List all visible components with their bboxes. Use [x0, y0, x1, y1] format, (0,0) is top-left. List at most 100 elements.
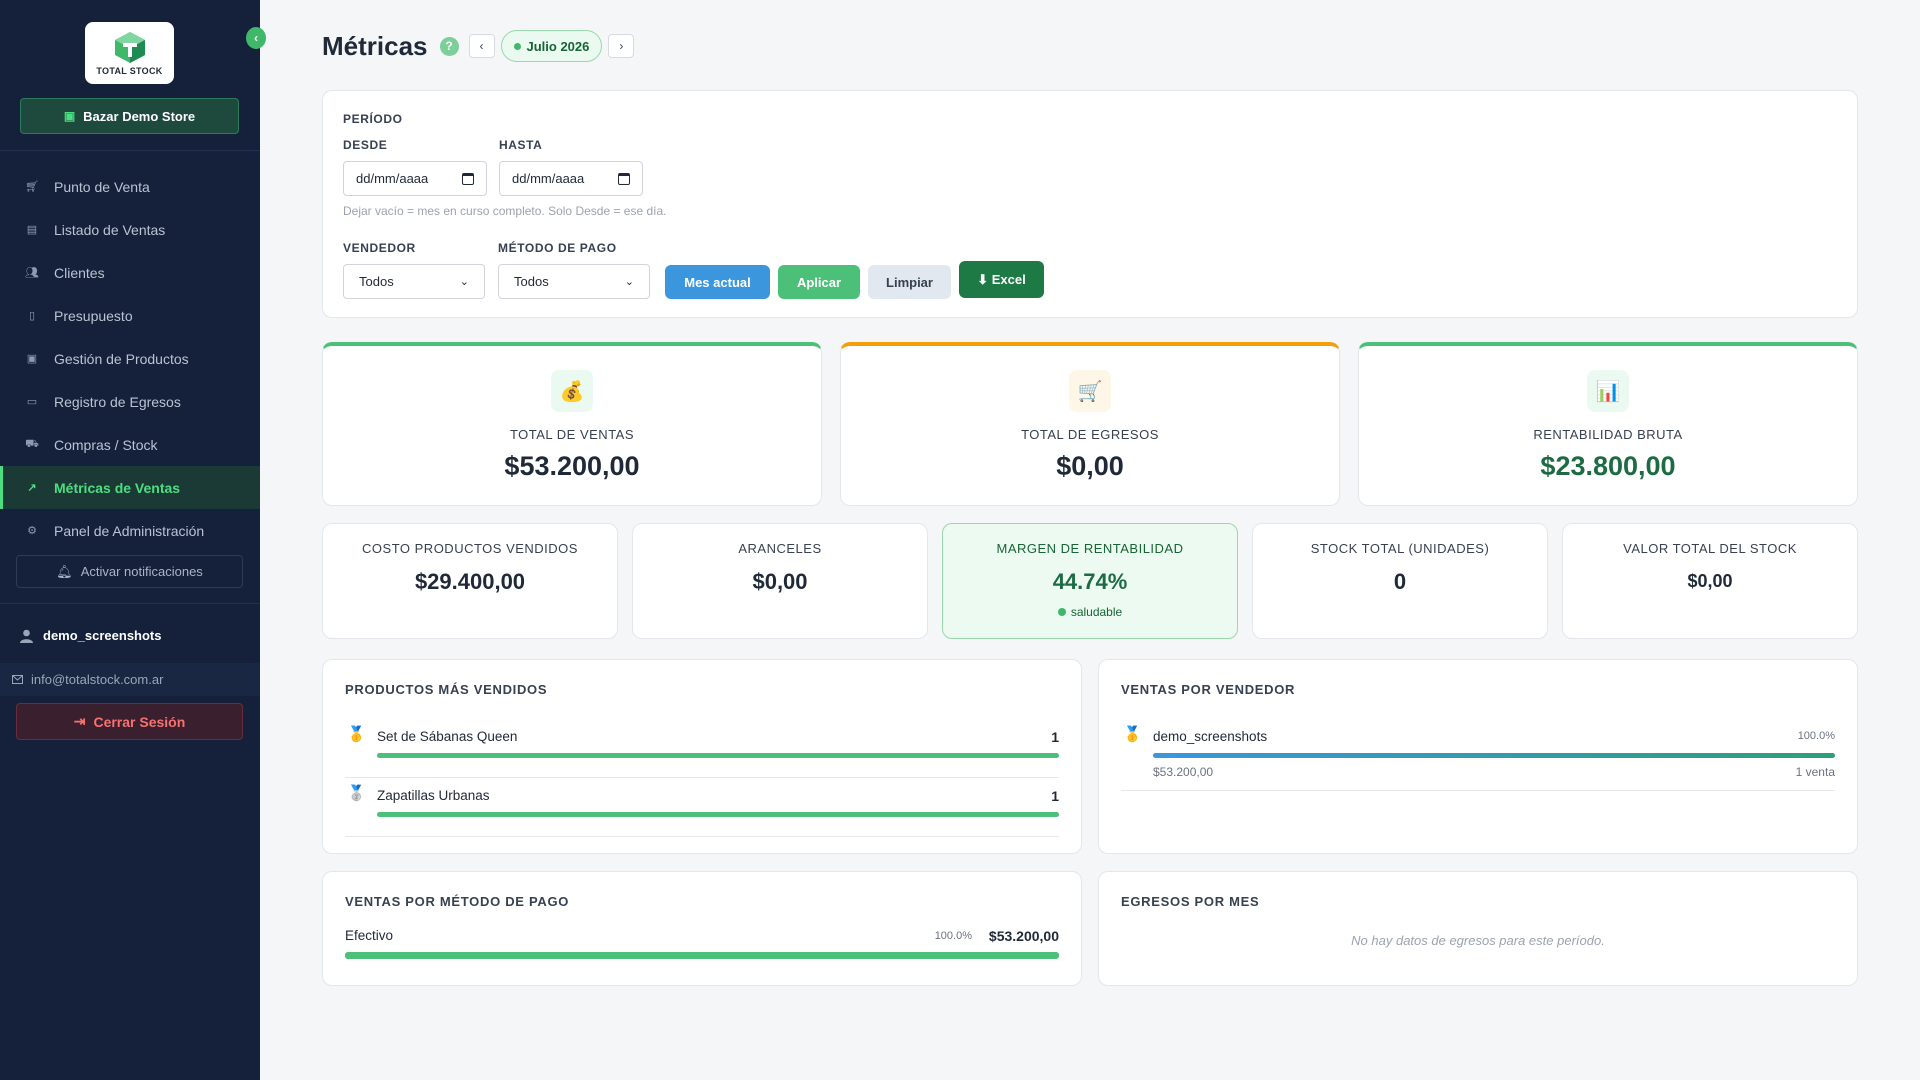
chart-icon: ↗: [27, 482, 37, 494]
apply-button[interactable]: Aplicar: [778, 265, 860, 299]
logo: TOTAL STOCK: [85, 22, 174, 84]
sidebar-item-punto-de-venta[interactable]: 🛒︎ Punto de Venta: [0, 165, 260, 208]
sales-by-payment-title: VENTAS POR MÉTODO DE PAGO: [345, 894, 570, 909]
sidebar-nav: 🛒︎ Punto de Venta ▤ Listado de Ventas 👥︎ Clie…: [0, 165, 260, 552]
truck-icon: ⛟: [25, 437, 39, 450]
kpi-label: RENTABILIDAD BRUTA: [1533, 427, 1683, 442]
sidebar-item-label: Clientes: [54, 264, 105, 281]
seller-percent: 100.0%: [1797, 730, 1835, 742]
cube-logo-icon: [114, 32, 145, 63]
empty-state-message: No hay datos de egresos para este períod…: [1351, 933, 1605, 948]
list-item: 🥇 Set de Sábanas Queen 1: [345, 720, 1059, 778]
main-content: Métricas ? ‹ Julio 2026 › PERÍODO DESDE …: [260, 0, 1920, 1080]
export-excel-button[interactable]: ⬇ Excel: [959, 261, 1044, 298]
month-label: Julio 2026: [526, 38, 590, 54]
status-dot: [1057, 608, 1066, 616]
list-item: 🥇 demo_screenshots 100.0% $53.200,00 1 venta: [1121, 720, 1835, 791]
store-selector-button[interactable]: ▣ Bazar Demo Store: [20, 98, 239, 134]
username: demo_screenshots: [43, 628, 162, 643]
sidebar-item-label: Gestión de Productos: [54, 350, 189, 367]
progress-bar: [377, 753, 1059, 758]
user-info: demo_screenshots: [20, 628, 162, 643]
metric-label: MARGEN DE RENTABILIDAD: [996, 541, 1184, 556]
sidebar-item-label: Listado de Ventas: [54, 221, 166, 238]
logo-text: TOTAL STOCK: [96, 66, 163, 76]
next-month-button[interactable]: ›: [608, 34, 635, 58]
top-products-panel: PRODUCTOS MÁS VENDIDOS 🥇 Set de Sábanas Q…: [322, 659, 1082, 854]
sidebar-item-label: Registro de Egresos: [54, 393, 181, 410]
sidebar-item-metricas-de-ventas[interactable]: ↗ Métricas de Ventas: [0, 466, 260, 509]
current-month-button[interactable]: Mes actual: [665, 265, 770, 299]
sidebar-item-listado-de-ventas[interactable]: ▤ Listado de Ventas: [0, 208, 260, 251]
sidebar-divider: [0, 603, 260, 604]
sidebar-item-label: Métricas de Ventas: [54, 479, 181, 496]
user-icon: [20, 629, 33, 643]
user-email: info@totalstock.com.ar: [0, 663, 260, 696]
to-date-placeholder: dd/mm/aaaa: [512, 171, 585, 186]
product-count: 1: [1051, 788, 1059, 804]
cart-icon: 🛒: [1069, 370, 1111, 412]
product-name: Set de Sábanas Queen: [377, 729, 518, 744]
calendar-icon: [618, 172, 630, 185]
status-badge: saludable: [943, 605, 1237, 619]
calendar-icon: [462, 172, 474, 185]
kpi-label: TOTAL DE EGRESOS: [1021, 427, 1159, 442]
progress-fill: [377, 753, 1059, 758]
from-date-input[interactable]: dd/mm/aaaa: [343, 161, 487, 196]
status-dot: [513, 42, 521, 50]
period-label: PERÍODO: [343, 112, 403, 126]
sidebar-item-presupuesto[interactable]: ▯ Presupuesto: [0, 294, 260, 337]
logout-label: Cerrar Sesión: [93, 713, 186, 730]
email-text: info@totalstock.com.ar: [31, 672, 164, 687]
sidebar-item-label: Presupuesto: [54, 307, 133, 324]
seller-select[interactable]: Todos ⌄: [343, 264, 485, 299]
top-products-title: PRODUCTOS MÁS VENDIDOS: [345, 682, 548, 697]
from-date-placeholder: dd/mm/aaaa: [356, 171, 429, 186]
metric-label: COSTO PRODUCTOS VENDIDOS: [362, 541, 578, 556]
kpi-value: $0,00: [1056, 451, 1124, 481]
from-label: DESDE: [343, 138, 388, 152]
sales-by-payment-panel: VENTAS POR MÉTODO DE PAGO Efectivo 100.0%…: [322, 871, 1082, 986]
cart-icon: 🛒︎: [25, 181, 39, 193]
payment-select-value: Todos: [514, 274, 549, 289]
sidebar-item-gestion-de-productos[interactable]: ▣ Gestión de Productos: [0, 337, 260, 380]
enable-notifications-button[interactable]: 🔔︎ Activar notificaciones: [16, 555, 243, 588]
payment-method-name: Efectivo: [345, 928, 394, 943]
metric-label: ARANCELES: [738, 541, 822, 556]
current-month-pill[interactable]: Julio 2026: [500, 30, 603, 62]
date-hint: Dejar vacío = mes en curso completo. Sol…: [343, 204, 667, 218]
seller-name: demo_screenshots: [1153, 729, 1268, 744]
status-text: saludable: [1070, 605, 1123, 619]
payment-amount: $53.200,00: [988, 928, 1059, 944]
kpi-value: $23.800,00: [1540, 451, 1676, 481]
clear-button[interactable]: Limpiar: [868, 265, 951, 299]
sidebar-item-label: Panel de Administración: [54, 522, 205, 539]
list-item: 🥈 Zapatillas Urbanas 1: [345, 779, 1059, 837]
list-item: Efectivo 100.0% $53.200,00: [345, 927, 1059, 967]
product-name: Zapatillas Urbanas: [377, 788, 490, 803]
metric-value: 44.74%: [1052, 569, 1128, 594]
notifications-label: Activar notificaciones: [80, 564, 203, 579]
progress-bar: [345, 952, 1059, 959]
sidebar-item-clientes[interactable]: 👥︎ Clientes: [0, 251, 260, 294]
payment-method-select[interactable]: Todos ⌄: [498, 264, 650, 299]
expenses-by-month-panel: EGRESOS POR MES No hay datos de egresos …: [1098, 871, 1858, 986]
metric-value: 0: [1393, 569, 1407, 594]
product-count: 1: [1051, 729, 1059, 745]
sidebar-item-label: Compras / Stock: [54, 436, 158, 453]
metric-label: VALOR TOTAL DEL STOCK: [1623, 541, 1797, 556]
help-icon[interactable]: ?: [439, 36, 459, 56]
kpi-card: 📊 RENTABILIDAD BRUTA $23.800,00: [1358, 342, 1858, 506]
sidebar-item-registro-de-egresos[interactable]: ▭ Registro de Egresos: [0, 380, 260, 423]
chevron-down-icon: ⌄: [459, 276, 469, 288]
logout-button[interactable]: ⇥ Cerrar Sesión: [16, 703, 243, 740]
sidebar-item-compras-stock[interactable]: ⛟ Compras / Stock: [0, 423, 260, 466]
metric-card: ARANCELES $0,00: [632, 523, 928, 639]
metric-card: COSTO PRODUCTOS VENDIDOS $29.400,00: [322, 523, 618, 639]
users-icon: 👥︎: [25, 267, 39, 279]
metric-value: $0,00: [752, 569, 808, 594]
seller-sales-count: 1 venta: [1795, 765, 1835, 779]
sidebar-item-panel-de-administracion[interactable]: ⚙ Panel de Administración: [0, 509, 260, 552]
prev-month-button[interactable]: ‹: [468, 34, 495, 58]
to-date-input[interactable]: dd/mm/aaaa: [499, 161, 643, 196]
